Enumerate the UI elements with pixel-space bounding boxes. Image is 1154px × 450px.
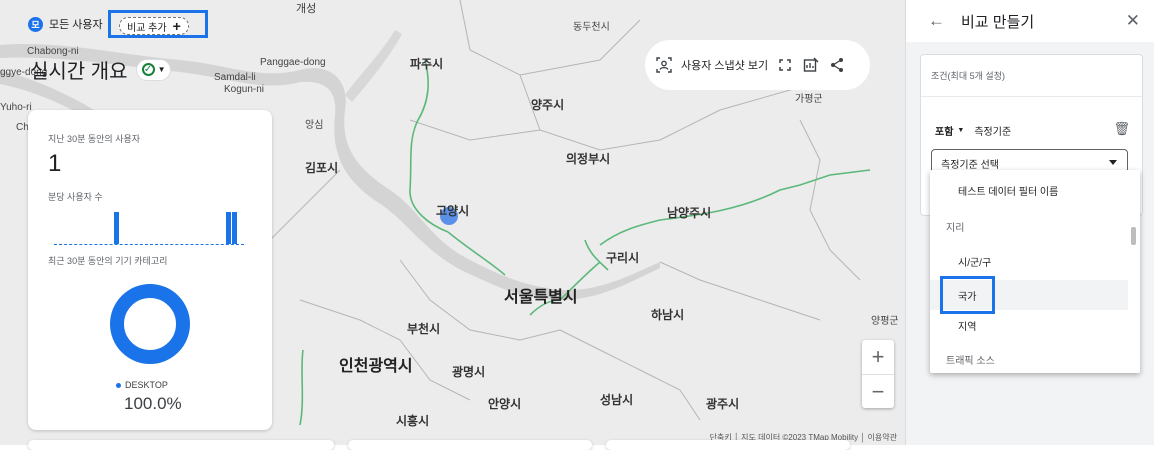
city-label: 인천광역시 (339, 358, 413, 375)
city-label: 동두천시 (573, 22, 610, 33)
dropdown-group-header: 트래픽 소스 (946, 355, 995, 367)
minute-bar[interactable] (232, 212, 237, 244)
map-toolbar: 사용자 스냅샷 보기 (645, 40, 870, 90)
bottom-card (348, 440, 592, 450)
city-label: 안양시 (488, 397, 522, 411)
minute-bar[interactable] (226, 212, 231, 244)
add-comparison-highlight: 비교 추가 + (108, 10, 208, 38)
device-donut-chart[interactable] (108, 282, 192, 366)
trash-icon[interactable]: 🗑 (1113, 121, 1130, 137)
minute-bar[interactable] (114, 212, 119, 244)
city-label: Panggae-dong (260, 57, 326, 68)
dropdown-group-header: 지리 (946, 222, 965, 234)
realtime-users-card: 지난 30분 동안의 사용자 1 분당 사용자 수 최근 30분 동안의 기기 … (28, 110, 272, 430)
device-legend: DESKTOP (116, 380, 168, 390)
zoom-control: + − (862, 340, 894, 408)
dropdown-option[interactable]: 시/군/구 (930, 246, 1128, 276)
dropdown-option[interactable]: 테스트 데이터 필터 이름 (930, 175, 1128, 205)
dimension-select-value: 측정기준 선택 (941, 159, 999, 171)
add-comparison-label: 비교 추가 (127, 22, 167, 34)
city-label: 성남시 (600, 393, 634, 407)
add-comparison-button[interactable]: 비교 추가 + (119, 17, 189, 35)
zoom-in-button[interactable]: + (862, 340, 894, 375)
city-label: 고양시 (436, 204, 470, 218)
data-status-dropdown[interactable]: ✓ ▼ (135, 58, 172, 81)
condition-row: 포함 ▼ 측정기준 (935, 123, 1011, 138)
dropdown-scrollbar[interactable] (1131, 227, 1136, 245)
city-label: 광명시 (452, 365, 486, 379)
city-label: 김포시 (305, 161, 339, 175)
users-per-minute-chart (54, 208, 244, 245)
panel-title: 비교 만들기 (961, 13, 1035, 31)
city-label: 앙심 (305, 120, 324, 131)
segment-label: 모든 사용자 (49, 19, 103, 31)
user-snapshot-icon[interactable] (655, 56, 673, 74)
chevron-down-icon: ▼ (157, 65, 166, 74)
city-label: 하남시 (651, 308, 685, 322)
city-label: 양주시 (531, 98, 565, 112)
city-label: 가평군 (795, 94, 823, 105)
back-arrow-icon[interactable]: ← (928, 11, 945, 31)
page-title: 실시간 개요 (30, 61, 128, 83)
city-label: 양평군 (871, 316, 899, 327)
panel-header: ← 비교 만들기 ✕ (906, 0, 1154, 43)
bottom-card (606, 440, 850, 450)
users-per-minute-label: 분당 사용자 수 (48, 192, 103, 202)
page-title-row: 실시간 개요 ✓ ▼ (30, 55, 172, 84)
zoom-out-button[interactable]: − (862, 375, 894, 409)
share-icon[interactable] (828, 56, 846, 74)
device-category-label: 최근 30분 동안의 기기 카테고리 (48, 256, 168, 266)
dimension-dropdown-menu: 테스트 데이터 필터 이름 지리 시/군/구 국가 지역 트래픽 소스 (930, 170, 1140, 373)
city-label: 서울특별시 (504, 289, 578, 306)
device-percent: 100.0% (124, 394, 182, 413)
segment-chip[interactable]: 모 모든 사용자 (28, 16, 103, 32)
check-circle-icon: ✓ (141, 63, 155, 76)
dimension-label: 측정기준 (974, 127, 1012, 138)
city-label: 파주시 (410, 57, 444, 71)
city-label: 구리시 (606, 251, 640, 265)
fullscreen-icon[interactable] (776, 56, 794, 74)
users-count: 1 (48, 150, 62, 177)
chevron-down-icon: ▼ (957, 127, 965, 134)
city-label: Ch (16, 122, 29, 133)
city-label: 부천시 (407, 322, 441, 336)
city-label: 남양주시 (667, 206, 712, 220)
city-label: 의정부시 (566, 152, 611, 166)
edit-report-icon[interactable] (802, 56, 820, 74)
city-label: 광주시 (706, 397, 740, 411)
bottom-card (28, 440, 334, 450)
legend-swatch (116, 382, 121, 388)
include-label: 포함 (935, 127, 954, 138)
include-dropdown[interactable]: 포함 ▼ (935, 123, 964, 138)
close-icon[interactable]: ✕ (1126, 11, 1140, 31)
dropdown-option[interactable]: 지역 (930, 310, 1128, 340)
country-option-highlight (940, 276, 995, 314)
city-label: 시흥시 (396, 414, 430, 428)
city-label: Yuho-ri (0, 102, 32, 113)
users-last-30-min-label: 지난 30분 동안의 사용자 (48, 134, 141, 144)
city-label: Kogun-ni (224, 84, 265, 95)
caret-down-icon (1109, 160, 1117, 165)
plus-icon: + (172, 18, 181, 34)
segment-avatar: 모 (28, 16, 43, 32)
city-label: 개성 (296, 3, 317, 15)
city-label: Samdal-li (214, 72, 256, 83)
legend-label: DESKTOP (125, 380, 168, 390)
conditions-header: 조건(최대 5개 설정) (921, 55, 1142, 97)
user-snapshot-button[interactable]: 사용자 스냅샷 보기 (681, 57, 768, 73)
